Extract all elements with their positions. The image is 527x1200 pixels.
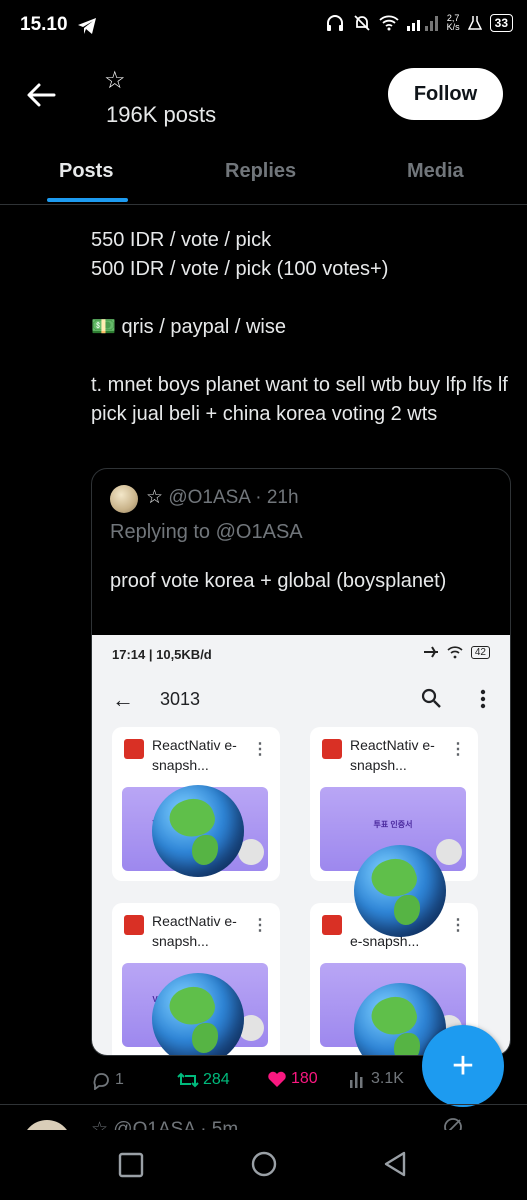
quote-author-name: ☆ xyxy=(146,487,164,508)
views-button[interactable]: 3.1K xyxy=(349,1070,404,1088)
file-name: ReactNativ e-snapsh... xyxy=(152,913,237,949)
compose-button[interactable]: + xyxy=(422,1025,504,1107)
reply-button[interactable]: 1 xyxy=(91,1070,124,1090)
wifi-icon xyxy=(447,645,463,658)
tweet-line: t. mnet boys planet want to sell wtb buy… xyxy=(91,374,514,425)
reply-count: 1 xyxy=(115,1071,124,1088)
quote-avatar[interactable] xyxy=(110,485,138,513)
views-count: 3.1K xyxy=(371,1070,404,1087)
tab-replies[interactable]: Replies xyxy=(225,160,296,183)
telegram-icon xyxy=(78,18,96,34)
tweet-divider xyxy=(0,1104,527,1105)
reply-icon xyxy=(93,1073,109,1090)
status-bar: 15.10 2,7 K/s 33 xyxy=(0,0,527,52)
replying-to: Replying to @O1ASA xyxy=(110,521,303,543)
tab-media[interactable]: Media xyxy=(407,160,464,183)
repost-icon xyxy=(177,1072,199,1088)
posts-count: 196K posts xyxy=(106,102,217,127)
like-button[interactable]: 180 xyxy=(267,1070,318,1088)
bell-muted-icon xyxy=(353,15,370,31)
battery-indicator: 33 xyxy=(489,14,513,32)
file-more-icon: ⋮ xyxy=(450,917,466,934)
status-icons: 2,7 K/s 33 xyxy=(325,14,513,32)
shot-status-icons: 42 xyxy=(423,645,490,659)
tweet-line xyxy=(91,284,516,313)
signal-icon xyxy=(406,16,438,31)
headphones-icon xyxy=(326,15,343,31)
shot-more-icon xyxy=(480,689,486,709)
heart-icon xyxy=(268,1071,286,1087)
tweet-line: 500 IDR / vote / pick (100 votes+) xyxy=(91,258,389,280)
views-icon xyxy=(350,1072,363,1088)
profile-tabs: Posts Replies Media xyxy=(0,140,527,205)
shot-status-time: 17:14 | 10,5KB/d xyxy=(112,647,212,662)
shot-battery: 42 xyxy=(470,645,490,659)
net-speed: 2,7 K/s xyxy=(446,13,460,32)
globe-sticker xyxy=(354,845,446,937)
system-nav-bar xyxy=(0,1130,527,1200)
follow-button[interactable]: Follow xyxy=(388,68,503,120)
active-tab-indicator xyxy=(47,198,128,202)
image-file-icon xyxy=(124,739,144,759)
tweet-actions: 1 284 180 3.1K xyxy=(91,1066,421,1096)
airplane-icon xyxy=(423,646,438,658)
quote-handle-time: @O1ASA · 21h xyxy=(168,487,299,508)
thumb-text: 투표 인증서 xyxy=(373,820,413,829)
file-more-icon: ⋮ xyxy=(252,917,268,934)
image-file-icon xyxy=(322,739,342,759)
shot-search-icon xyxy=(421,688,441,708)
shared-icon xyxy=(436,839,462,865)
tweet-text: 550 IDR / vote / pick 500 IDR / vote / p… xyxy=(91,226,516,429)
back-nav-icon[interactable] xyxy=(382,1150,408,1178)
wifi-icon xyxy=(379,15,399,31)
plus-icon: + xyxy=(451,1044,475,1087)
image-file-icon xyxy=(124,915,144,935)
file-more-icon: ⋮ xyxy=(450,741,466,758)
shot-back-arrow-icon: ← xyxy=(112,687,134,712)
flask-icon xyxy=(467,16,482,30)
home-icon[interactable] xyxy=(250,1150,278,1178)
file-name: ReactNativ e-snapsh... xyxy=(152,737,237,773)
file-name: ReactNativ e-snapsh... xyxy=(350,737,435,773)
shot-folder-title: 3013 xyxy=(160,689,201,709)
image-file-icon xyxy=(322,915,342,935)
repost-button[interactable]: 284 xyxy=(177,1070,230,1090)
repost-count: 284 xyxy=(203,1071,230,1088)
quote-text: proof vote korea + global (boysplanet) xyxy=(110,570,447,592)
quote-media-image[interactable]: 17:14 | 10,5KB/d 42 ← 3013 ReactNativ e-… xyxy=(92,635,510,1055)
tweet-line: 💵 qris / paypal / wise xyxy=(91,316,286,338)
like-count: 180 xyxy=(291,1070,318,1087)
quoted-tweet[interactable]: ☆ @O1ASA · 21h Replying to @O1ASA proof … xyxy=(91,468,511,1056)
back-arrow-icon[interactable] xyxy=(24,78,58,112)
file-more-icon: ⋮ xyxy=(252,741,268,758)
tweet-line: 550 IDR / vote / pick xyxy=(91,229,272,251)
globe-sticker xyxy=(152,785,244,877)
quote-header: ☆ @O1ASA · 21h xyxy=(146,486,299,509)
recents-icon[interactable] xyxy=(118,1152,144,1178)
profile-name: ☆ xyxy=(104,67,126,94)
tab-posts[interactable]: Posts xyxy=(59,160,113,183)
globe-sticker xyxy=(152,973,244,1055)
status-time: 15.10 xyxy=(20,14,68,35)
tweet-line xyxy=(91,342,516,371)
